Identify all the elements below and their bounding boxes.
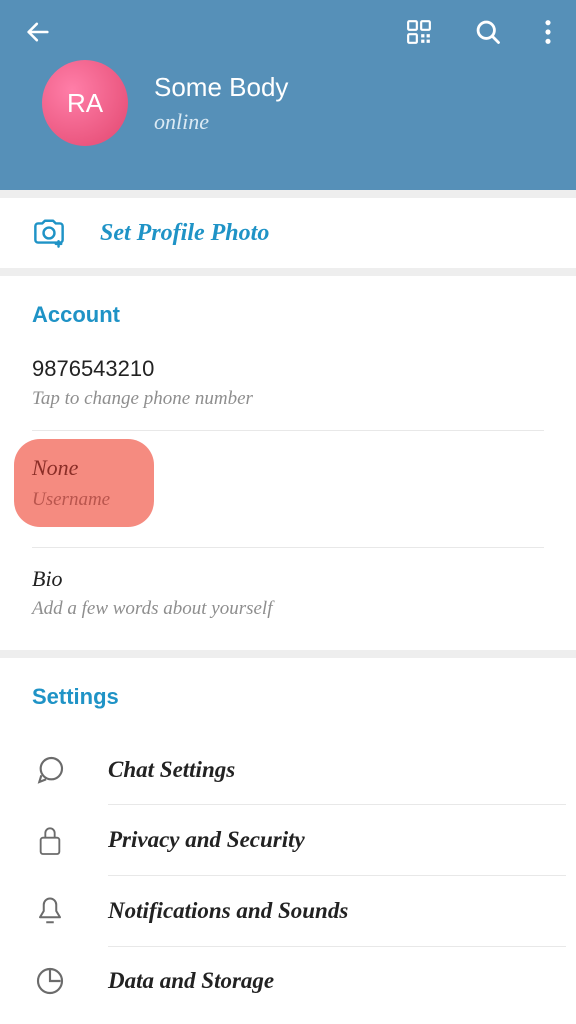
- username-row[interactable]: None Username: [32, 439, 544, 548]
- settings-section: Settings: [0, 658, 576, 710]
- settings-item-chat[interactable]: Chat Settings: [0, 736, 576, 804]
- phone-hint: Tap to change phone number: [32, 388, 544, 410]
- clock-icon: [32, 965, 68, 997]
- lock-icon: [32, 823, 68, 857]
- chat-icon: [32, 754, 68, 786]
- search-icon: [474, 18, 502, 46]
- settings-item-label: Data and Storage: [108, 968, 274, 994]
- bio-row[interactable]: Bio Add a few words about yourself: [32, 548, 544, 640]
- profile-status: online: [154, 109, 288, 135]
- username-hint: Username: [32, 489, 110, 511]
- profile-text: Some Body online: [154, 72, 288, 135]
- search-button[interactable]: [474, 18, 502, 46]
- qr-icon: [406, 19, 432, 45]
- account-title: Account: [32, 302, 544, 328]
- settings-item-label: Chat Settings: [108, 757, 235, 783]
- bio-hint: Add a few words about yourself: [32, 598, 544, 620]
- top-actions: [406, 18, 552, 46]
- username-value: None: [32, 455, 110, 481]
- phone-row[interactable]: 9876543210 Tap to change phone number: [32, 346, 544, 431]
- settings-item-data[interactable]: Data and Storage: [0, 947, 576, 1015]
- phone-value: 9876543210: [32, 356, 544, 382]
- menu-button[interactable]: [544, 18, 552, 46]
- settings-item-notifications[interactable]: Notifications and Sounds: [0, 876, 576, 946]
- settings-item-privacy[interactable]: Privacy and Security: [0, 805, 576, 875]
- settings-item-label: Notifications and Sounds: [108, 898, 348, 924]
- back-button[interactable]: [24, 18, 52, 46]
- settings-title: Settings: [32, 684, 544, 710]
- divider: [0, 190, 576, 198]
- account-section: Account 9876543210 Tap to change phone n…: [0, 276, 576, 650]
- camera-icon: [32, 218, 66, 248]
- divider: [0, 268, 576, 276]
- top-bar: [0, 0, 576, 54]
- back-arrow-icon: [24, 18, 52, 46]
- settings-item-label: Privacy and Security: [108, 827, 305, 853]
- settings-list: Chat Settings Privacy and Security Notif…: [0, 728, 576, 1023]
- qr-button[interactable]: [406, 19, 432, 45]
- more-vert-icon: [544, 18, 552, 46]
- bell-icon: [32, 894, 68, 928]
- set-profile-photo[interactable]: Set Profile Photo: [0, 198, 576, 268]
- set-photo-label: Set Profile Photo: [100, 220, 269, 247]
- avatar[interactable]: RA: [42, 60, 128, 146]
- profile-name: Some Body: [154, 72, 288, 103]
- profile-row: RA Some Body online: [0, 54, 576, 146]
- header: RA Some Body online: [0, 0, 576, 190]
- username-highlight: None Username: [14, 439, 154, 527]
- bio-value: Bio: [32, 566, 544, 592]
- divider: [0, 650, 576, 658]
